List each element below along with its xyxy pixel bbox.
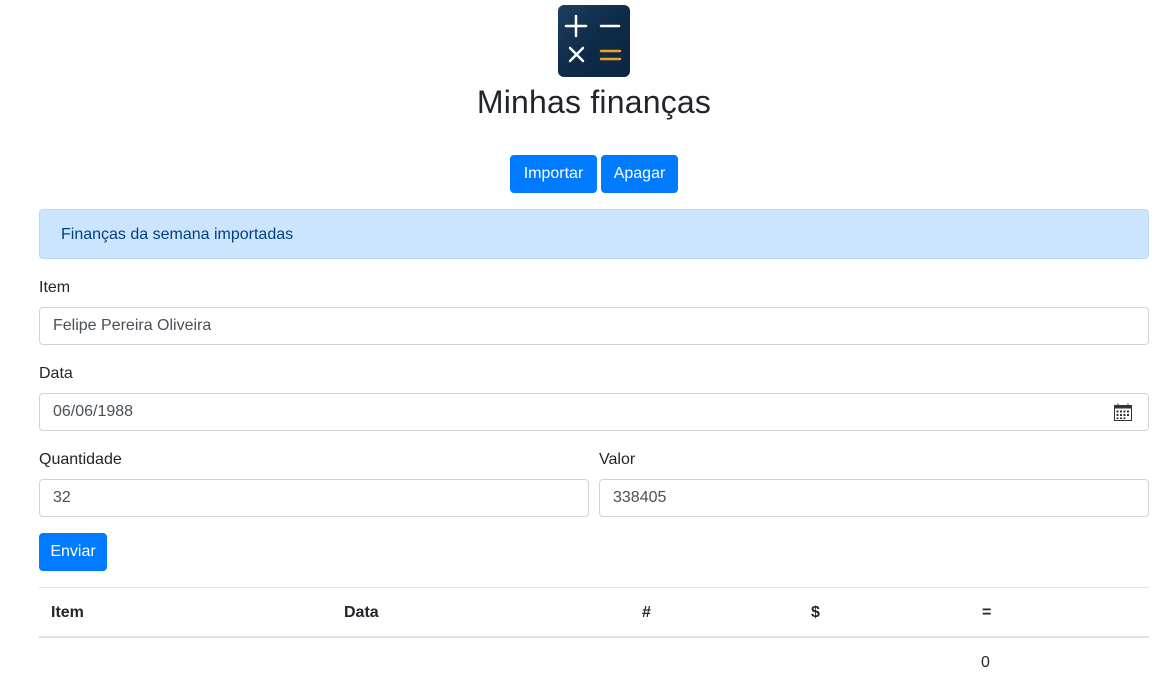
import-button[interactable]: Importar	[510, 155, 597, 193]
page-title: Minhas finanças	[476, 84, 712, 120]
item-input[interactable]: Felipe Pereira Oliveira	[39, 307, 1149, 345]
column-header-quantity: #	[642, 604, 651, 621]
value-input-value: 338405	[613, 489, 667, 506]
column-header-total: =	[982, 604, 992, 621]
table-total-value: 0	[981, 654, 990, 671]
quantity-input[interactable]: 32	[39, 479, 589, 517]
quantity-label: Quantidade	[39, 451, 122, 468]
value-label: Valor	[599, 451, 636, 468]
column-header-item: Item	[51, 604, 84, 621]
column-header-data: Data	[344, 604, 379, 621]
info-alert: Finanças da semana importadas	[39, 209, 1149, 259]
table-header-border	[39, 636, 1149, 638]
quantity-input-value: 32	[53, 489, 71, 506]
date-input-value: 06/06/1988	[53, 403, 134, 420]
calculator-logo-icon	[558, 5, 630, 77]
delete-button[interactable]: Apagar	[601, 155, 678, 193]
alert-message: Finanças da semana importadas	[61, 226, 294, 243]
calendar-icon[interactable]	[1114, 403, 1132, 421]
submit-button[interactable]: Enviar	[39, 533, 107, 571]
item-input-value: Felipe Pereira Oliveira	[53, 317, 212, 334]
date-input[interactable]: 06/06/1988	[39, 393, 1149, 431]
table-top-border	[39, 587, 1149, 588]
value-input[interactable]: 338405	[599, 479, 1149, 517]
column-header-value: $	[811, 604, 820, 621]
date-label: Data	[39, 365, 73, 382]
item-label: Item	[39, 279, 71, 296]
